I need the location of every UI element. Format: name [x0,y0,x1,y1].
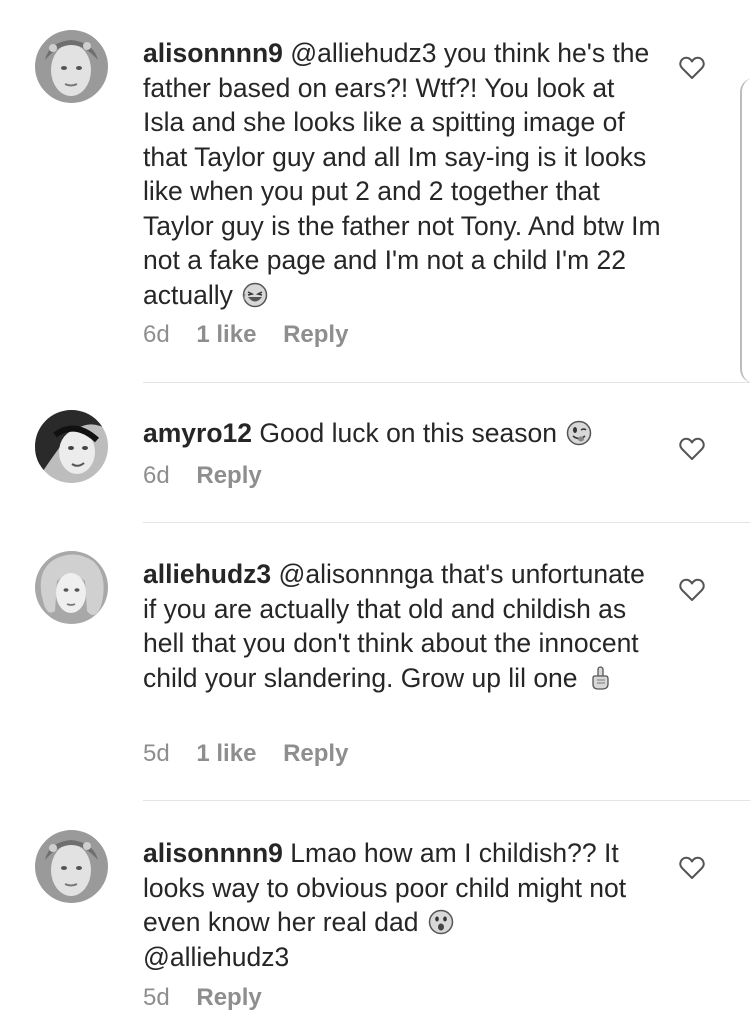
surprised-emoji-icon [428,909,454,935]
comment-likes[interactable]: 1 like [196,321,256,348]
comment-meta: 5d Reply [143,984,262,1012]
reply-button[interactable]: Reply [283,740,348,767]
avatar[interactable] [35,30,108,103]
comment-likes[interactable]: 1 like [196,740,256,767]
comment-username[interactable]: alliehudz3 [143,559,271,589]
comment-text: Good luck on this season [259,418,557,448]
comment-meta: 5d 1 like Reply [143,740,348,768]
comment-meta: 6d 1 like Reply [143,321,348,349]
laughing-emoji-icon [242,282,268,308]
comment-body: alisonnnn9 Lmao how am I childish?? It l… [143,836,663,974]
comment-timestamp: 5d [143,984,170,1011]
comment-username[interactable]: alisonnnn9 [143,838,283,868]
pointing-up-emoji-icon [587,665,613,691]
avatar[interactable] [35,551,108,624]
comment-timestamp: 5d [143,740,170,767]
avatar[interactable] [35,830,108,903]
heart-outline-icon[interactable] [679,56,705,80]
divider [143,382,750,383]
heart-outline-icon[interactable] [679,856,705,880]
avatar[interactable] [35,410,108,483]
comment-timestamp: 6d [143,321,170,348]
reply-button[interactable]: Reply [196,462,261,489]
heart-outline-icon[interactable] [679,578,705,602]
comment-body: amyro12 Good luck on this season [143,416,663,451]
comment-username[interactable]: alisonnnn9 [143,38,283,68]
comment-body: alliehudz3 @alisonnnga that's unfortunat… [143,557,663,695]
reply-button[interactable]: Reply [283,321,348,348]
comment-username[interactable]: amyro12 [143,418,252,448]
comment-text: @alliehudz3 you think he's the father ba… [143,38,661,310]
scroll-edge[interactable] [740,78,750,383]
comment-timestamp: 6d [143,462,170,489]
comment-body: alisonnnn9 @alliehudz3 you think he's th… [143,36,663,312]
divider [143,800,750,801]
heart-outline-icon[interactable] [679,437,705,461]
reply-button[interactable]: Reply [196,984,261,1011]
comment-mention[interactable]: @alliehudz3 [143,942,289,972]
comment-meta: 6d Reply [143,462,262,490]
divider [143,522,750,523]
winking-tongue-emoji-icon [566,420,592,446]
